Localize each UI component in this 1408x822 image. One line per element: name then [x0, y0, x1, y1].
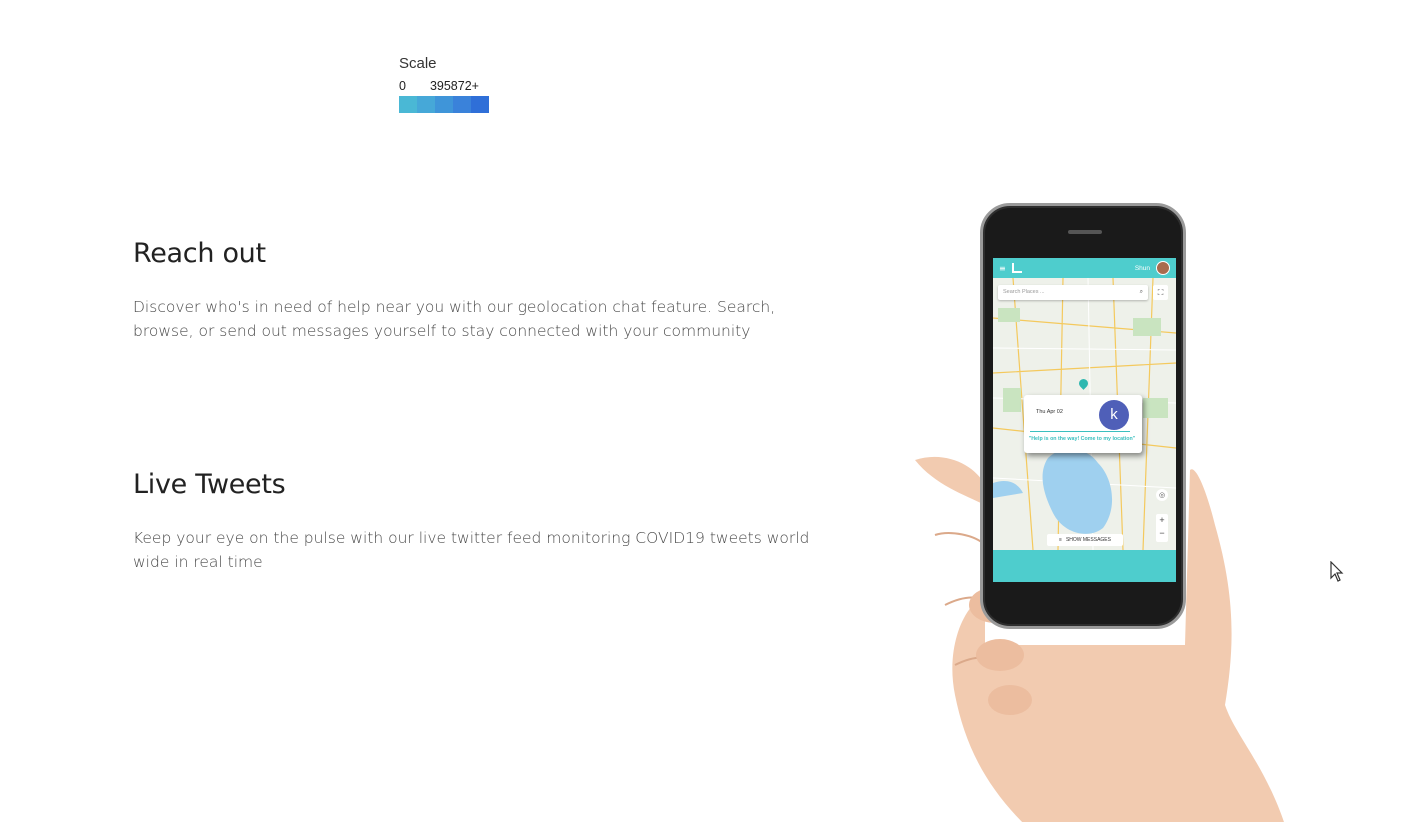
scale-swatch — [453, 96, 471, 113]
phone-screen: ≡ Shun Search Places ... ⌕ ⛶ Thu Apr 02 … — [993, 258, 1176, 582]
scale-swatch — [435, 96, 453, 113]
feature-description: Discover who's in need of help near you … — [133, 298, 776, 340]
scale-max-label: 395872+ — [429, 79, 479, 93]
cursor-icon — [1330, 561, 1344, 582]
app-footer-bar — [993, 550, 1176, 582]
menu-icon[interactable]: ≡ — [999, 264, 1006, 273]
popup-avatar: k — [1099, 400, 1129, 430]
scale-gradient-bar — [399, 96, 489, 113]
feature-reach-out: Reach out Discover who's in need of help… — [133, 238, 813, 343]
popup-message: "Help is on the way! Come to my location… — [1028, 436, 1136, 442]
scale-title: Scale — [399, 55, 437, 72]
search-placeholder: Search Places ... — [1003, 289, 1045, 295]
avatar[interactable] — [1156, 261, 1170, 275]
list-icon: ≡ — [1059, 537, 1062, 543]
feature-description: Keep your eye on the pulse with our live… — [133, 529, 810, 571]
app-logo — [1011, 263, 1022, 273]
app-bar: ≡ Shun — [993, 258, 1176, 278]
scale-legend: Scale 0 395872+ — [399, 55, 499, 113]
feature-heading: Reach out — [133, 238, 266, 269]
popup-divider — [1030, 431, 1130, 432]
popup-date: Thu Apr 02 — [1036, 409, 1063, 415]
feature-live-tweets: Live Tweets Keep your eye on the pulse w… — [133, 469, 813, 574]
scale-swatch — [471, 96, 489, 113]
feature-heading: Live Tweets — [133, 469, 286, 500]
zoom-control: + − — [1156, 514, 1168, 542]
locate-icon[interactable]: ◎ — [1156, 489, 1168, 501]
scale-range: 0 395872+ — [399, 79, 499, 93]
zoom-out-button[interactable]: − — [1156, 527, 1168, 540]
fullscreen-icon[interactable]: ⛶ — [1153, 285, 1168, 300]
scale-swatch — [417, 96, 435, 113]
zoom-in-button[interactable]: + — [1156, 514, 1168, 527]
search-icon[interactable]: ⌕ — [1140, 289, 1143, 296]
user-name: Shun — [1134, 264, 1150, 272]
show-messages-button[interactable]: ≡ SHOW MESSAGES — [1047, 534, 1123, 546]
show-messages-label: SHOW MESSAGES — [1065, 537, 1111, 543]
phone-speaker — [1068, 230, 1102, 234]
scale-swatch — [399, 96, 417, 113]
message-popup[interactable]: Thu Apr 02 k "Help is on the way! Come t… — [1024, 395, 1142, 453]
phone-device: ≡ Shun Search Places ... ⌕ ⛶ Thu Apr 02 … — [980, 203, 1186, 629]
search-input[interactable]: Search Places ... ⌕ — [998, 285, 1148, 300]
scale-min-label: 0 — [399, 79, 406, 93]
phone-in-hand-illustration: ≡ Shun Search Places ... ⌕ ⛶ Thu Apr 02 … — [905, 200, 1285, 822]
